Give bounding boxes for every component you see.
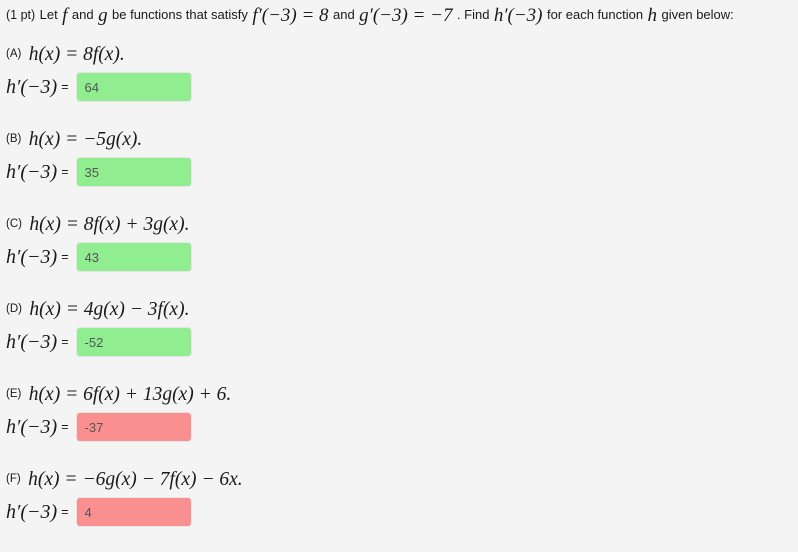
part-b-answer-prompt: h′(−3) (6, 160, 58, 183)
header-text-6: for each function (546, 7, 644, 22)
header-text-3: be functions that satisfy (112, 7, 248, 22)
part-b-label: (B) (6, 133, 22, 145)
part-a-answer-input[interactable] (76, 73, 191, 101)
part-f-equals-sign: = (61, 505, 69, 519)
problem-header: (1 pt) Let f and g be functions that sat… (6, 5, 798, 27)
part-c-statement: (C) h(x) = 8f(x) + 3g(x). (6, 214, 786, 240)
given-derivative-f: f′(−3) = 8 (252, 5, 329, 26)
part-e-expression: h(x) = 6f(x) + 13g(x) + 6. (28, 384, 232, 405)
target-derivative: h′(−3) (493, 5, 543, 26)
header-text-2: and (71, 7, 94, 22)
part-f-answer-input[interactable] (76, 498, 191, 526)
part-c-expression: h(x) = 8f(x) + 3g(x). (29, 214, 190, 235)
part-d-answer-prompt: h′(−3) (6, 330, 58, 353)
part-e-equals-sign: = (61, 420, 69, 434)
header-text-7: given below: (661, 7, 734, 22)
part-b-expression: h(x) = −5g(x). (28, 129, 143, 150)
problem-part-f: (F) h(x) = −6g(x) − 7f(x) − 6x. h′(−3) = (6, 469, 786, 529)
part-b-equals-sign: = (61, 165, 69, 179)
header-function-h: h (647, 5, 658, 26)
problem-part-c: (C) h(x) = 8f(x) + 3g(x). h′(−3) = (6, 214, 786, 274)
part-a-expression: h(x) = 8f(x). (28, 44, 125, 65)
problem-part-a: (A) h(x) = 8f(x). h′(−3) = (6, 44, 786, 104)
part-f-answer-prompt: h′(−3) (6, 500, 58, 523)
part-e-answer-prompt: h′(−3) (6, 415, 58, 438)
header-text-4: and (333, 7, 355, 22)
problem-part-d: (D) h(x) = 4g(x) − 3f(x). h′(−3) = (6, 299, 786, 359)
header-function-f: f (62, 5, 68, 26)
part-d-statement: (D) h(x) = 4g(x) − 3f(x). (6, 299, 786, 325)
part-a-answer-row: h′(−3) = (6, 70, 786, 104)
part-e-answer-input[interactable] (76, 413, 191, 441)
part-f-statement: (F) h(x) = −6g(x) − 7f(x) − 6x. (6, 469, 786, 495)
part-c-equals-sign: = (61, 250, 69, 264)
part-d-answer-input[interactable] (76, 328, 191, 356)
part-e-answer-row: h′(−3) = (6, 410, 786, 444)
part-c-answer-input[interactable] (76, 243, 191, 271)
header-text-5: . Find (456, 7, 490, 22)
part-b-answer-row: h′(−3) = (6, 155, 786, 189)
part-e-statement: (E) h(x) = 6f(x) + 13g(x) + 6. (6, 384, 786, 410)
part-f-answer-row: h′(−3) = (6, 495, 786, 529)
part-b-answer-input[interactable] (76, 158, 191, 186)
part-a-equals-sign: = (61, 80, 69, 94)
part-b-statement: (B) h(x) = −5g(x). (6, 129, 786, 155)
part-c-label: (C) (6, 218, 22, 230)
part-d-label: (D) (6, 303, 22, 315)
part-a-label: (A) (6, 48, 22, 60)
part-d-expression: h(x) = 4g(x) − 3f(x). (29, 299, 190, 320)
problem-part-b: (B) h(x) = −5g(x). h′(−3) = (6, 129, 786, 189)
part-c-answer-prompt: h′(−3) (6, 245, 58, 268)
given-derivative-g: g′(−3) = −7 (359, 5, 453, 26)
problem-part-e: (E) h(x) = 6f(x) + 13g(x) + 6. h′(−3) = (6, 384, 786, 444)
part-a-answer-prompt: h′(−3) (6, 75, 58, 98)
part-a-statement: (A) h(x) = 8f(x). (6, 44, 786, 70)
points-label: (1 pt) (6, 8, 36, 22)
part-d-equals-sign: = (61, 335, 69, 349)
part-c-answer-row: h′(−3) = (6, 240, 786, 274)
part-d-answer-row: h′(−3) = (6, 325, 786, 359)
part-f-label: (F) (6, 473, 21, 485)
header-text-1: Let (39, 7, 58, 22)
header-function-g: g (98, 5, 108, 26)
part-f-expression: h(x) = −6g(x) − 7f(x) − 6x. (28, 469, 243, 490)
part-e-label: (E) (6, 388, 22, 400)
